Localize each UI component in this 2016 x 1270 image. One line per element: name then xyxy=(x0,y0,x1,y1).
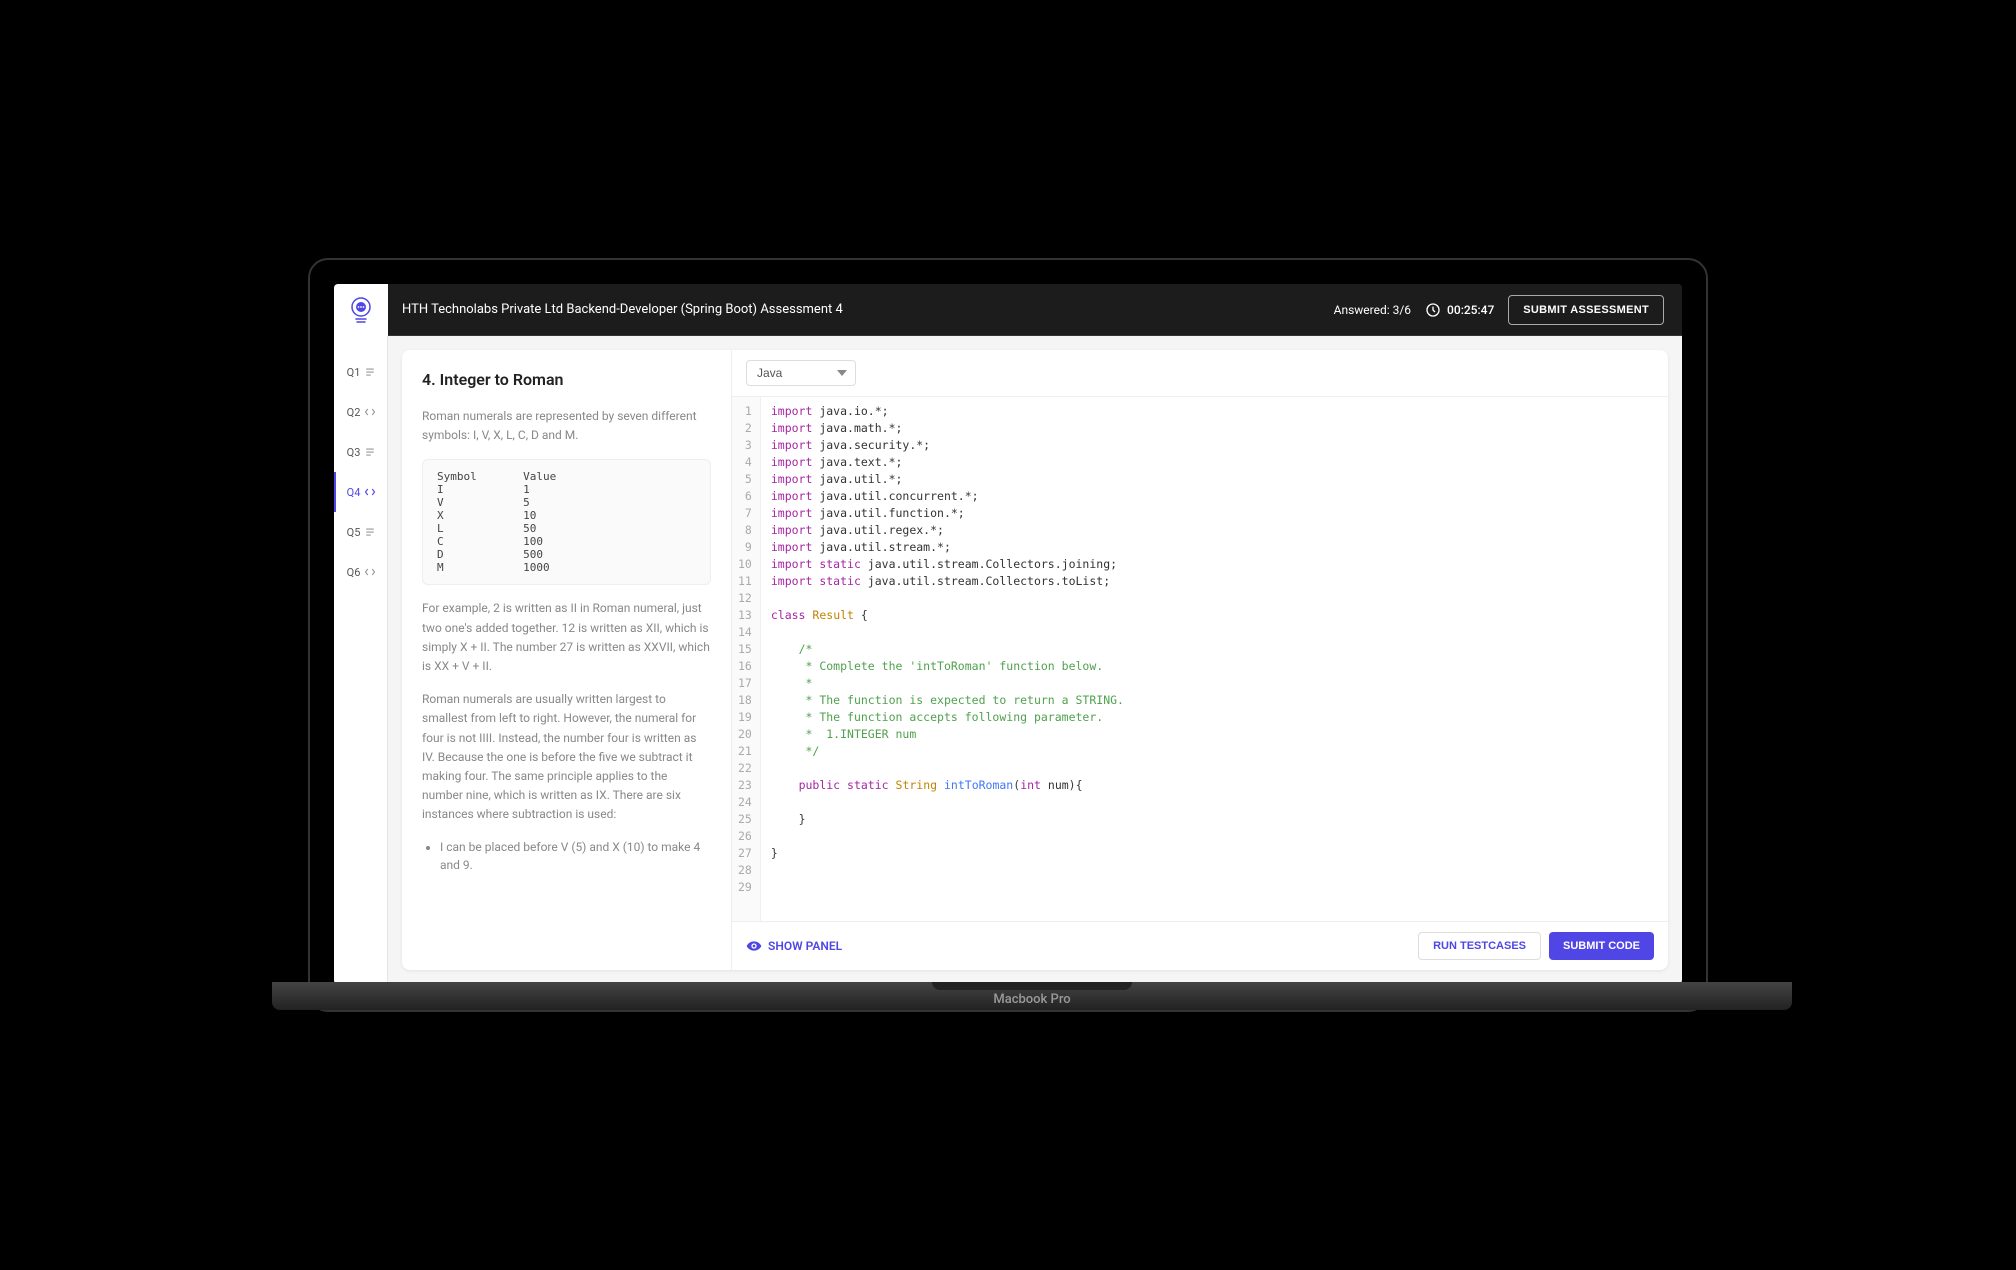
question-nav-label: Q5 xyxy=(347,526,361,539)
question-nav-q4[interactable]: Q4 xyxy=(334,472,387,512)
question-nav-q3[interactable]: Q3 xyxy=(334,432,387,472)
code-icon xyxy=(364,406,376,418)
timer: 00:25:47 xyxy=(1425,302,1494,318)
list-icon xyxy=(364,366,376,378)
body-area: Q1 Q2 Q3 Q4 Q5 Q6 4. Integer to Roman Roman n… xyxy=(334,336,1682,984)
problem-intro: Roman numerals are represented by seven … xyxy=(422,407,711,445)
submit-assessment-button[interactable]: SUBMIT ASSESSMENT xyxy=(1508,295,1664,325)
code-footer: SHOW PANEL RUN TESTCASES SUBMIT CODE xyxy=(732,921,1668,970)
problem-para3: Roman numerals are usually written large… xyxy=(422,690,711,824)
eye-icon xyxy=(746,938,762,954)
problem-bullets: I can be placed before V (5) and X (10) … xyxy=(422,838,711,874)
clock-icon xyxy=(1425,302,1441,318)
timer-value: 00:25:47 xyxy=(1447,303,1494,317)
question-nav-q5[interactable]: Q5 xyxy=(334,512,387,552)
problem-bullet: I can be placed before V (5) and X (10) … xyxy=(440,838,711,874)
code-editor[interactable]: 1234567891011121314151617181920212223242… xyxy=(732,397,1668,921)
question-nav-label: Q4 xyxy=(347,486,361,499)
bulb-chat-icon xyxy=(345,294,377,326)
assessment-title: HTH Technolabs Private Ltd Backend-Devel… xyxy=(402,302,1334,317)
code-lines[interactable]: import java.io.*;import java.math.*;impo… xyxy=(761,397,1668,921)
code-icon xyxy=(364,566,376,578)
code-panel: Java 12345678910111213141516171819202122… xyxy=(732,350,1668,970)
laptop-base: Macbook Pro xyxy=(272,982,1792,1010)
question-nav-label: Q1 xyxy=(347,366,361,379)
problem-panel[interactable]: 4. Integer to Roman Roman numerals are r… xyxy=(402,350,732,970)
show-panel-label: SHOW PANEL xyxy=(768,939,842,953)
run-testcases-button[interactable]: RUN TESTCASES xyxy=(1418,932,1541,960)
main-content: 4. Integer to Roman Roman numerals are r… xyxy=(388,336,1682,984)
problem-title: 4. Integer to Roman xyxy=(422,370,711,389)
screen: HTH Technolabs Private Ltd Backend-Devel… xyxy=(334,284,1682,984)
question-nav-label: Q2 xyxy=(347,406,361,419)
language-select[interactable]: Java xyxy=(746,360,856,386)
question-nav-q1[interactable]: Q1 xyxy=(334,352,387,392)
content-card: 4. Integer to Roman Roman numerals are r… xyxy=(402,350,1668,970)
question-nav-label: Q3 xyxy=(347,446,361,459)
answered-count: Answered: 3/6 xyxy=(1334,303,1411,317)
question-nav-q2[interactable]: Q2 xyxy=(334,392,387,432)
show-panel-button[interactable]: SHOW PANEL xyxy=(746,938,842,954)
problem-para2: For example, 2 is written as II in Roman… xyxy=(422,599,711,676)
code-icon xyxy=(364,486,376,498)
submit-code-button[interactable]: SUBMIT CODE xyxy=(1549,932,1654,960)
list-icon xyxy=(364,446,376,458)
symbol-table: Symbol Value I 1 V 5 X 10 L 50 C 100 D 5… xyxy=(422,459,711,585)
question-sidebar: Q1 Q2 Q3 Q4 Q5 Q6 xyxy=(334,336,388,984)
question-nav-q6[interactable]: Q6 xyxy=(334,552,387,592)
laptop-frame: HTH Technolabs Private Ltd Backend-Devel… xyxy=(308,258,1708,1012)
code-toolbar: Java xyxy=(732,350,1668,397)
line-gutter: 1234567891011121314151617181920212223242… xyxy=(732,397,761,921)
question-nav-label: Q6 xyxy=(347,566,361,579)
topbar: HTH Technolabs Private Ltd Backend-Devel… xyxy=(334,284,1682,336)
logo xyxy=(334,284,388,336)
list-icon xyxy=(364,526,376,538)
device-label: Macbook Pro xyxy=(993,992,1070,1007)
